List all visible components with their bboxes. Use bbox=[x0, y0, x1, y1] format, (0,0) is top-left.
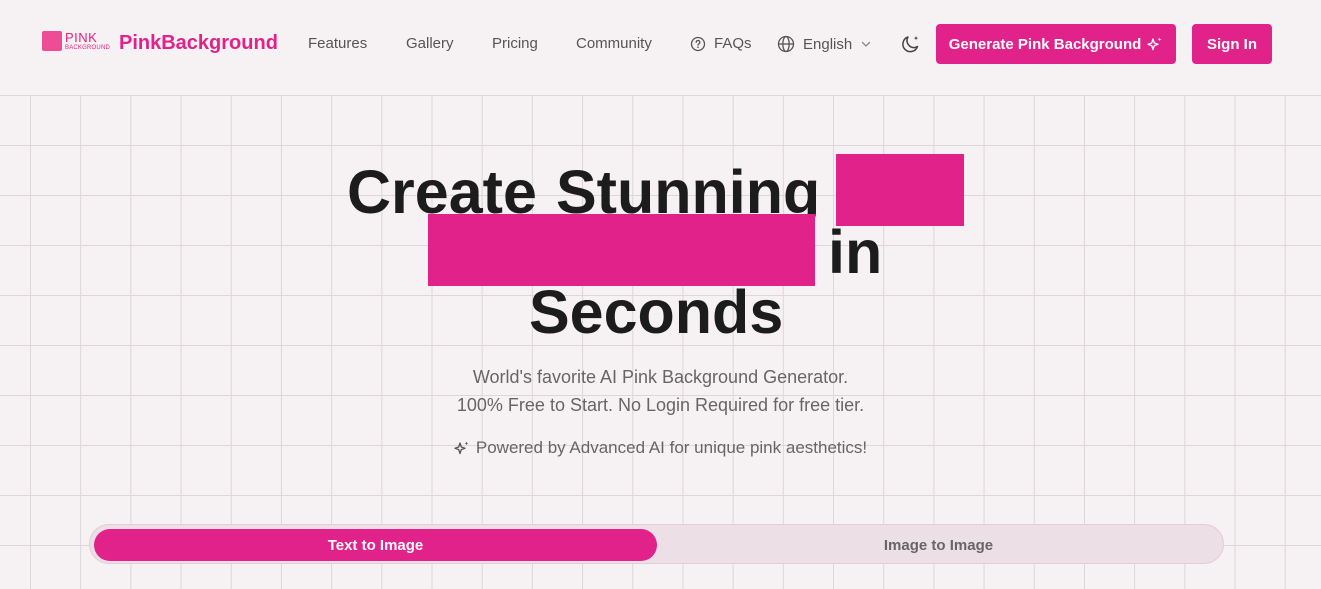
hero-highlight-block-1 bbox=[836, 154, 964, 226]
nav-features[interactable]: Features bbox=[308, 35, 367, 52]
nav-faqs[interactable]: FAQs bbox=[690, 35, 752, 52]
globe-icon bbox=[777, 35, 795, 53]
dark-mode-toggle-icon[interactable] bbox=[900, 33, 922, 55]
sparkles-icon bbox=[454, 441, 469, 455]
hero-subtitle-line1: World's favorite AI Pink Background Gene… bbox=[472, 367, 849, 387]
sign-in-button[interactable]: Sign In bbox=[1192, 24, 1272, 64]
nav-pricing[interactable]: Pricing bbox=[492, 35, 538, 52]
hero-highlight-block-2 bbox=[428, 214, 815, 286]
logo[interactable]: PINK BACKGROUND bbox=[42, 31, 110, 51]
generation-mode-tabs: Text to Image Image to Image bbox=[89, 524, 1224, 564]
hero-word-seconds: Seconds bbox=[529, 278, 784, 346]
language-selector[interactable]: English bbox=[777, 35, 872, 53]
language-label: English bbox=[803, 35, 853, 53]
powered-by-line: Powered by Advanced AI for unique pink a… bbox=[0, 438, 1321, 458]
nav-gallery[interactable]: Gallery bbox=[406, 35, 454, 52]
tab-text-to-image[interactable]: Text to Image bbox=[94, 529, 657, 561]
nav-community[interactable]: Community bbox=[576, 35, 652, 52]
hero-word-in: in bbox=[828, 218, 883, 286]
nav-faqs-label: FAQs bbox=[714, 35, 752, 52]
help-circle-icon bbox=[690, 36, 706, 51]
generate-pink-background-button[interactable]: Generate Pink Background bbox=[936, 24, 1176, 64]
logo-text-bottom: BACKGROUND bbox=[65, 45, 111, 51]
tab-image-to-image[interactable]: Image to Image bbox=[657, 529, 1220, 561]
brand-name[interactable]: PinkBackground bbox=[119, 32, 278, 55]
sparkles-icon bbox=[1147, 37, 1162, 51]
hero-subtitle-line2: 100% Free to Start. No Login Required fo… bbox=[456, 395, 865, 415]
powered-by-text: Powered by Advanced AI for unique pink a… bbox=[475, 438, 868, 457]
generate-button-label: Generate Pink Background bbox=[948, 35, 1142, 53]
logo-square-icon bbox=[42, 31, 62, 51]
logo-text-top: PINK bbox=[65, 30, 98, 45]
chevron-down-icon bbox=[862, 41, 871, 47]
top-navbar: PINK BACKGROUND PinkBackground Features … bbox=[0, 0, 1321, 88]
